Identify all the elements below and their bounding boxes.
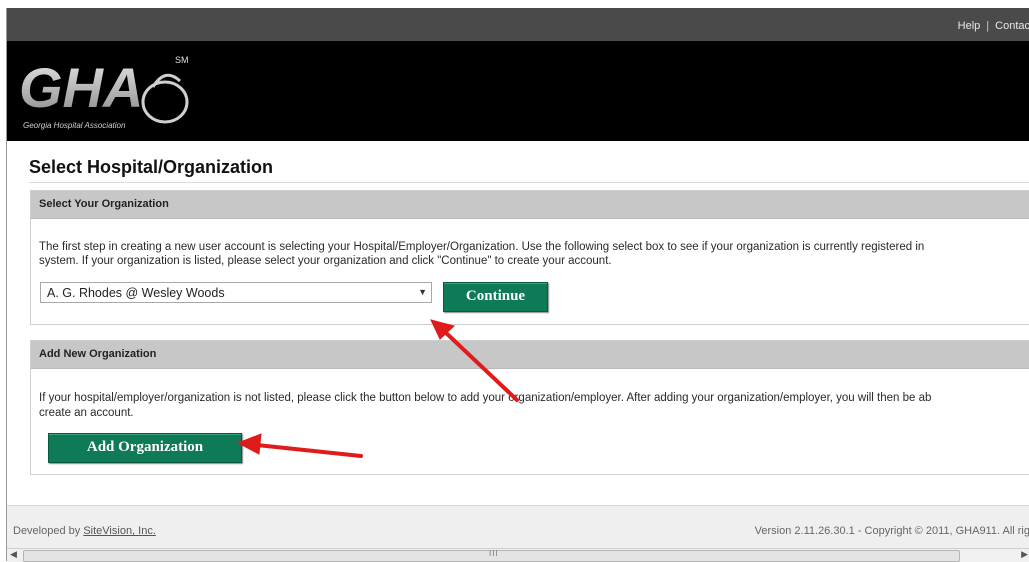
scrollbar-grip: III <box>489 549 499 558</box>
annotation-arrows <box>236 319 519 458</box>
page-footer: Developed by SiteVision, Inc. Version 2.… <box>7 505 1029 548</box>
horizontal-scrollbar[interactable]: ◀ III ▶ <box>7 548 1029 562</box>
developer-link[interactable]: SiteVision, Inc. <box>83 525 156 537</box>
scroll-right-icon[interactable]: ▶ <box>1021 549 1028 560</box>
browser-page: Help | Contac GHA SM Georgia Hospital Asso… <box>6 8 1029 562</box>
footer-credit: Developed by SiteVision, Inc. <box>13 525 156 537</box>
developed-by-text: Developed by <box>13 525 81 537</box>
arrow-to-add-button-icon <box>236 433 363 458</box>
scrollbar-thumb[interactable]: III <box>23 549 960 562</box>
scroll-left-icon[interactable]: ◀ <box>10 549 17 560</box>
arrow-to-select-icon <box>430 319 519 402</box>
footer-version: Version 2.11.26.30.1 - Copyright © 2011,… <box>754 525 1029 537</box>
